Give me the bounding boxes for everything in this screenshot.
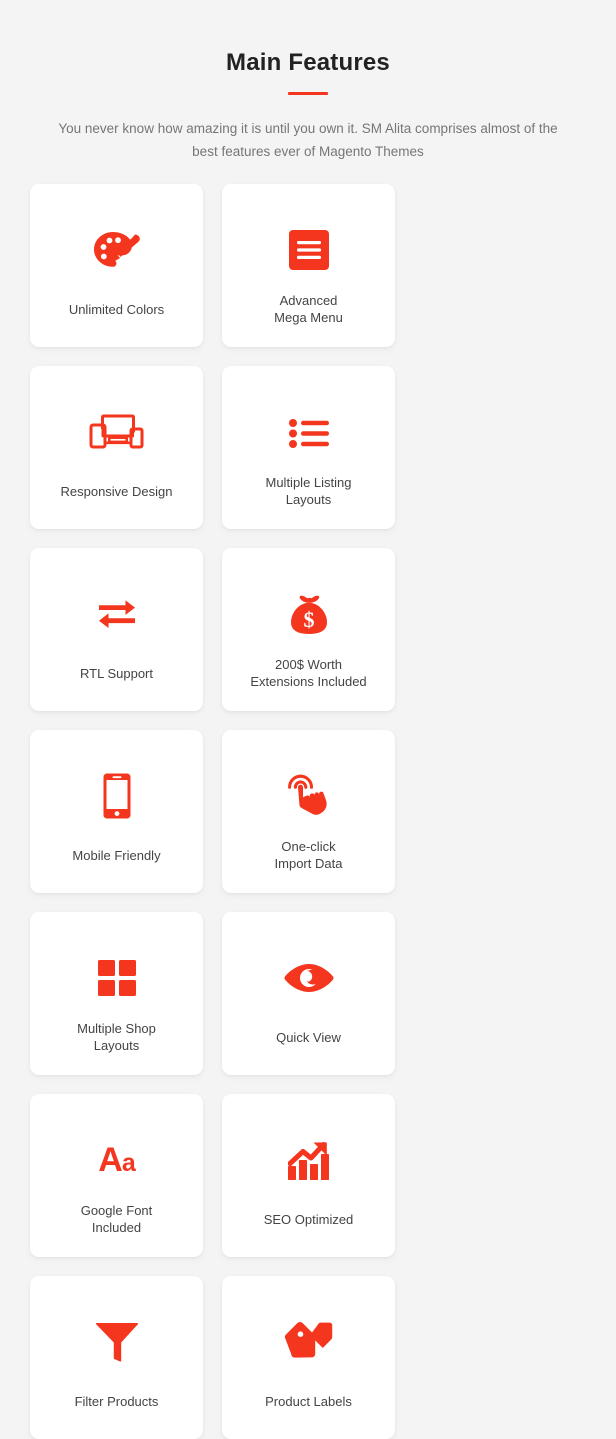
feature-card-label: Multiple Shop Layouts: [77, 1021, 156, 1053]
palette-icon: [91, 222, 143, 278]
feature-card[interactable]: Responsive Design: [30, 366, 203, 529]
features-section: Main Features You never know how amazing…: [0, 0, 616, 1439]
feature-card-label: SEO Optimized: [263, 1212, 354, 1227]
title-divider: [288, 92, 328, 95]
exchange-arrows-icon: [97, 586, 137, 642]
mega-menu-icon: [288, 222, 329, 278]
feature-card[interactable]: RTL Support: [30, 548, 203, 711]
feature-card[interactable]: Advanced Mega Menu: [222, 184, 395, 347]
features-grid: Unlimited Colors Advanced Mega Menu Respon…: [30, 184, 586, 1439]
title-divider-wrap: [0, 92, 616, 95]
responsive-devices-icon: [89, 404, 145, 460]
growth-chart-icon: [287, 1132, 330, 1188]
feature-card[interactable]: SEO Optimized: [222, 1094, 395, 1257]
feature-card-label: Google Font Included: [80, 1203, 153, 1235]
feature-card[interactable]: $200$ Worth Extensions Included: [222, 548, 395, 711]
feature-card-label: Filter Products: [74, 1394, 159, 1409]
feature-card[interactable]: Unlimited Colors: [30, 184, 203, 347]
feature-card[interactable]: Multiple Shop Layouts: [30, 912, 203, 1075]
money-bag-icon: $: [287, 586, 331, 642]
price-tags-icon: [284, 1314, 334, 1370]
bullet-list-icon: [288, 404, 329, 460]
svg-text:$: $: [303, 607, 314, 632]
feature-card[interactable]: Filter Products: [30, 1276, 203, 1439]
page-title: Main Features: [226, 49, 390, 76]
feature-card-label: Quick View: [276, 1030, 341, 1045]
section-header: Main Features You never know how amazing…: [0, 0, 616, 163]
feature-card[interactable]: Product Labels: [222, 1276, 395, 1439]
feature-card[interactable]: Quick View: [222, 912, 395, 1075]
mobile-phone-icon: [103, 768, 131, 824]
feature-card-label: Multiple Listing Layouts: [265, 475, 352, 507]
feature-card-label: Advanced Mega Menu: [274, 293, 343, 325]
feature-card-label: Unlimited Colors: [68, 302, 165, 317]
funnel-filter-icon: [95, 1314, 138, 1370]
feature-card-label: One-click Import Data: [274, 839, 343, 871]
typography-aa-icon: Aa: [98, 1141, 135, 1179]
feature-card-label: Responsive Design: [60, 484, 173, 499]
feature-card[interactable]: One-click Import Data: [222, 730, 395, 893]
feature-card-label: RTL Support: [80, 666, 153, 681]
feature-card[interactable]: Mobile Friendly: [30, 730, 203, 893]
eye-icon: [283, 950, 334, 1006]
click-hand-icon: [287, 768, 331, 824]
feature-card-label: 200$ Worth Extensions Included: [250, 657, 367, 689]
grid-squares-icon: [97, 950, 136, 1006]
feature-card-label: Mobile Friendly: [72, 848, 161, 863]
feature-card[interactable]: Multiple Listing Layouts: [222, 366, 395, 529]
feature-card[interactable]: Aa Google Font Included: [30, 1094, 203, 1257]
feature-card-label: Product Labels: [265, 1394, 352, 1409]
section-subtitle: You never know how amazing it is until y…: [58, 121, 558, 159]
